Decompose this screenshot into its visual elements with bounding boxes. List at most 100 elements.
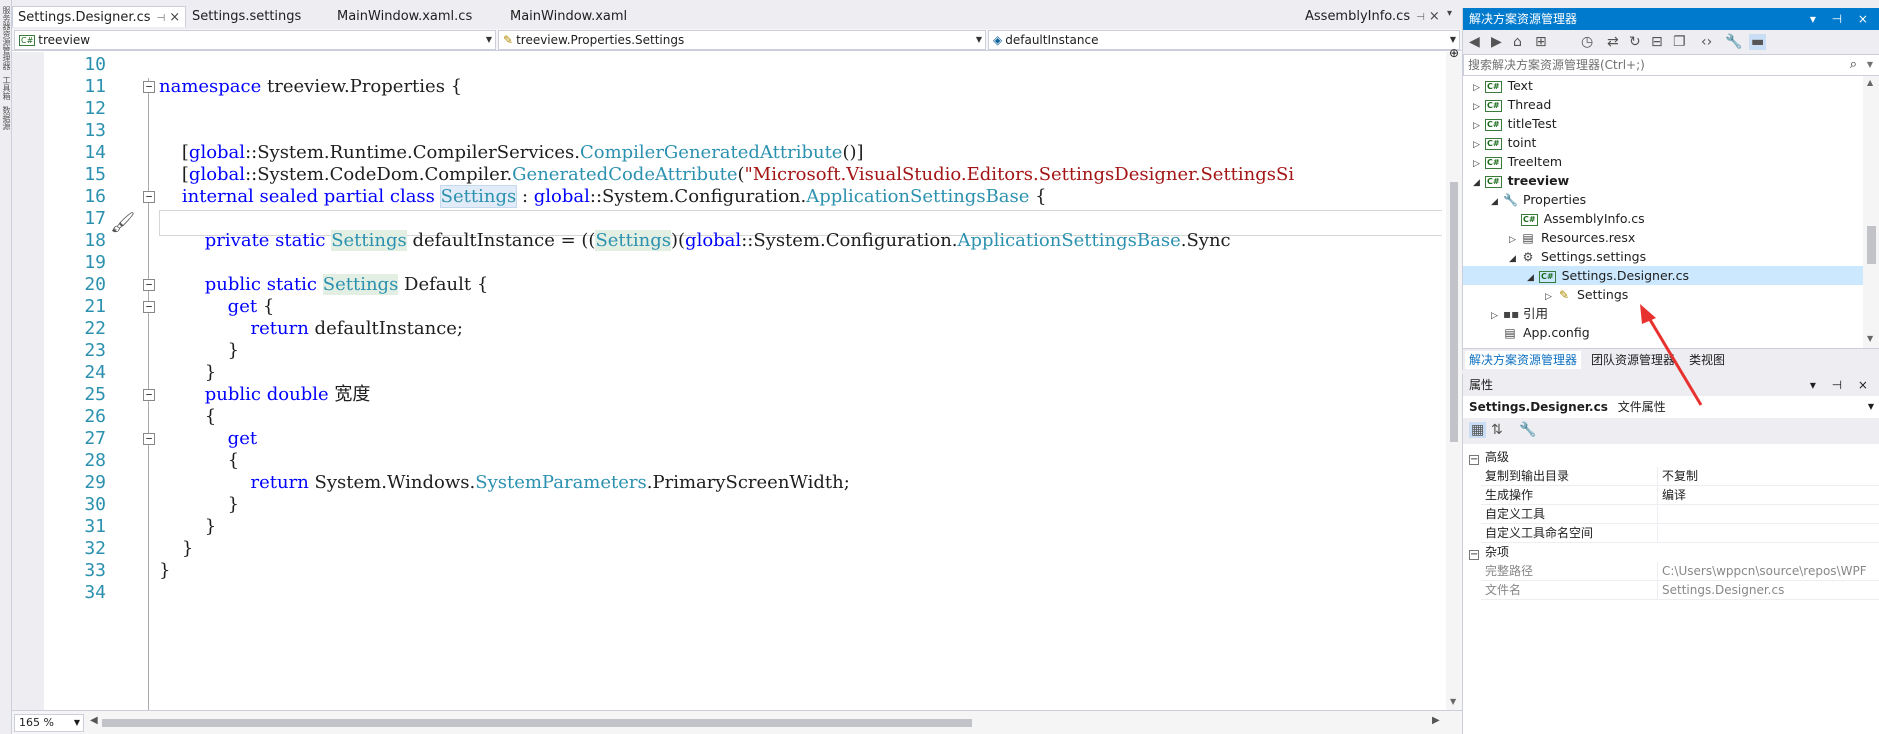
search-icon[interactable]: ⌕ xyxy=(1850,55,1857,75)
home-icon[interactable]: ⌂ xyxy=(1513,34,1522,50)
back-icon[interactable]: ◀ xyxy=(1469,34,1480,50)
properties-window: 属性 ▾ ⊣ × Settings.Designer.cs 文件属性 ▼ ▦ ⇅… xyxy=(1462,374,1879,734)
sync-icon[interactable]: ⇄ xyxy=(1607,34,1619,50)
vertical-scrollbar[interactable]: ⊕ ▼ xyxy=(1446,46,1462,712)
property-value[interactable]: 编译 xyxy=(1657,486,1879,505)
data-sources-tab[interactable]: 数据源 xyxy=(1,106,12,130)
property-section[interactable]: − 杂项 xyxy=(1463,543,1879,562)
solution-tree[interactable]: ▷ C# Text ▷ C# Thread ▷ C# titleTest ▷ C# toint ▷ C# T… xyxy=(1463,76,1863,348)
tab-class-view[interactable]: 类视图 xyxy=(1685,351,1729,369)
solution-search-input[interactable]: 搜索解决方案资源管理器(Ctrl+;) ⌕ ▼ xyxy=(1463,54,1879,76)
tab-settings-settings[interactable]: Settings.settings xyxy=(187,6,306,27)
tab-settings-designer[interactable]: Settings.Designer.cs ⊣ × xyxy=(12,6,187,27)
tab-dropdown-icon[interactable]: ▾ xyxy=(1447,8,1452,19)
tree-scroll-thumb[interactable] xyxy=(1867,226,1876,264)
collapse-toggle-icon[interactable]: − xyxy=(143,81,155,93)
property-value[interactable] xyxy=(1657,505,1879,524)
property-value[interactable]: C:\Users\wppcn\source\repos\WPF xyxy=(1657,562,1879,581)
tree-item-label: titleTest xyxy=(1507,116,1557,131)
properties-toolbar: ▦ ⇅ 🔧 xyxy=(1463,418,1879,444)
collapse-toggle-icon[interactable]: − xyxy=(143,389,155,401)
type-combo[interactable]: ✎ treeview.Properties.Settings ▼ xyxy=(498,30,986,50)
tab-team-explorer[interactable]: 团队资源管理器 xyxy=(1587,351,1679,369)
property-value[interactable] xyxy=(1657,524,1879,543)
code-area[interactable]: 🖌 10 11 namespace treeview.Properties {−12… xyxy=(12,52,1442,712)
scroll-down-icon[interactable]: ▼ xyxy=(1867,334,1873,343)
refresh-icon[interactable]: ↻ xyxy=(1629,34,1641,50)
collapse-toggle-icon[interactable]: − xyxy=(143,191,155,203)
horizontal-scroll-thumb[interactable] xyxy=(102,719,972,727)
view-code-icon[interactable]: ‹› xyxy=(1701,34,1712,50)
collapse-toggle-icon[interactable]: − xyxy=(143,433,155,445)
forward-icon[interactable]: ▶ xyxy=(1491,34,1502,50)
property-row[interactable]: 文件名 Settings.Designer.cs xyxy=(1463,581,1879,600)
show-all-files-icon[interactable]: ❐ xyxy=(1673,34,1686,50)
solution-explorer-toolbar: ◀ ▶ ⌂ ⊞ ◷ ⇄ ↻ ⊟ ❐ ‹› 🔧 ▬ xyxy=(1463,30,1879,54)
tree-item[interactable]: ▷ C# TreeItem xyxy=(1463,152,1863,171)
tab-assemblyinfo[interactable]: AssemblyInfo.cs ⊣ × xyxy=(1300,6,1445,27)
property-section[interactable]: − 高级 xyxy=(1463,448,1879,467)
preview-selected-icon[interactable]: ▬ xyxy=(1749,34,1767,50)
property-row[interactable]: 生成操作 编译 xyxy=(1463,486,1879,505)
property-row[interactable]: 复制到输出目录 不复制 xyxy=(1463,467,1879,486)
tree-item-label: App.config xyxy=(1523,325,1590,340)
tab-mainwindow-xaml[interactable]: MainWindow.xaml xyxy=(505,6,632,27)
scroll-thumb[interactable] xyxy=(1450,182,1458,442)
tree-item[interactable]: C# AssemblyInfo.cs xyxy=(1463,209,1863,228)
close-icon[interactable]: × xyxy=(1429,9,1440,24)
collapse-toggle-icon[interactable]: − xyxy=(143,301,155,313)
tree-item[interactable]: ▷ ▪▪ 引用 xyxy=(1463,304,1863,323)
tree-item[interactable]: ▷ ▤ Resources.resx xyxy=(1463,228,1863,247)
properties-wrench-icon[interactable]: 🔧 xyxy=(1725,34,1742,50)
tree-item[interactable]: ▷ C# toint xyxy=(1463,133,1863,152)
left-tool-strip[interactable]: 服务器资源管理器 工具箱 数据源 xyxy=(0,0,12,734)
scroll-up-icon[interactable]: ▲ xyxy=(1867,78,1873,87)
tree-item[interactable]: ◢ ⚙ Settings.settings xyxy=(1463,247,1863,266)
tree-item[interactable]: ◢ C# Settings.Designer.cs xyxy=(1463,266,1863,285)
scroll-right-icon[interactable]: ▶ xyxy=(1432,715,1440,726)
tree-item[interactable]: ▤ App.config xyxy=(1463,323,1863,342)
collapse-toggle-icon[interactable]: − xyxy=(143,279,155,291)
property-row[interactable]: 自定义工具 xyxy=(1463,505,1879,524)
collapse-toggle-icon[interactable]: − xyxy=(1469,455,1479,465)
scroll-left-icon[interactable]: ◀ xyxy=(90,715,98,726)
pending-changes-icon[interactable]: ◷ xyxy=(1581,34,1593,50)
property-key: 完整路径 xyxy=(1481,562,1657,581)
project-combo[interactable]: C# treeview ▼ xyxy=(14,30,496,50)
properties-object-selector[interactable]: Settings.Designer.cs 文件属性 ▼ xyxy=(1463,396,1879,418)
tree-item[interactable]: ◢ C# treeview xyxy=(1463,171,1863,190)
split-icon[interactable]: ⊕ xyxy=(1449,46,1459,60)
code-line[interactable]: 34 xyxy=(12,580,1442,606)
server-explorer-tab[interactable]: 服务器资源管理器 xyxy=(1,6,12,70)
pane-controls[interactable]: ▾ ⊣ × xyxy=(1810,374,1874,396)
categorized-icon[interactable]: ▦ xyxy=(1469,422,1487,438)
switch-views-icon[interactable]: ⊞ xyxy=(1535,34,1547,50)
toolbox-tab[interactable]: 工具箱 xyxy=(1,76,12,100)
csharp-file-icon: C# xyxy=(1539,271,1556,283)
collapse-all-icon[interactable]: ⊟ xyxy=(1651,34,1663,50)
property-row[interactable]: 自定义工具命名空间 xyxy=(1463,524,1879,543)
alphabetical-icon[interactable]: ⇅ xyxy=(1491,422,1503,438)
pin-icon[interactable]: ⊣ xyxy=(1416,12,1425,23)
chevron-down-icon[interactable]: ▼ xyxy=(1867,55,1873,75)
tab-mainwindow-xaml-cs[interactable]: MainWindow.xaml.cs xyxy=(332,6,477,27)
tree-scrollbar[interactable]: ▲ ▼ xyxy=(1863,76,1879,348)
member-combo[interactable]: ◈ defaultInstance ▼ xyxy=(988,30,1460,50)
tree-item[interactable]: ◢ 🔧 Properties xyxy=(1463,190,1863,209)
tree-item[interactable]: ▷ C# titleTest xyxy=(1463,114,1863,133)
scroll-down-icon[interactable]: ▼ xyxy=(1450,697,1456,706)
pane-controls[interactable]: ▾ ⊣ × xyxy=(1810,8,1874,30)
property-value[interactable]: Settings.Designer.cs xyxy=(1657,581,1879,600)
property-value[interactable]: 不复制 xyxy=(1657,467,1879,486)
tab-solution-explorer[interactable]: 解决方案资源管理器 xyxy=(1465,351,1582,369)
property-row[interactable]: 完整路径 C:\Users\wppcn\source\repos\WPF xyxy=(1463,562,1879,581)
chevron-down-icon: ▼ xyxy=(485,35,492,44)
property-pages-icon[interactable]: 🔧 xyxy=(1519,422,1536,438)
zoom-combo[interactable]: 165 % ▼ xyxy=(14,714,84,732)
collapse-toggle-icon[interactable]: − xyxy=(1469,550,1479,560)
tree-item[interactable]: ▷ ✎ Settings xyxy=(1463,285,1863,304)
tree-item[interactable]: ▷ C# Text xyxy=(1463,76,1863,95)
pin-icon[interactable]: ⊣ xyxy=(157,13,166,24)
close-icon[interactable]: × xyxy=(169,10,180,25)
tree-item[interactable]: ▷ C# Thread xyxy=(1463,95,1863,114)
